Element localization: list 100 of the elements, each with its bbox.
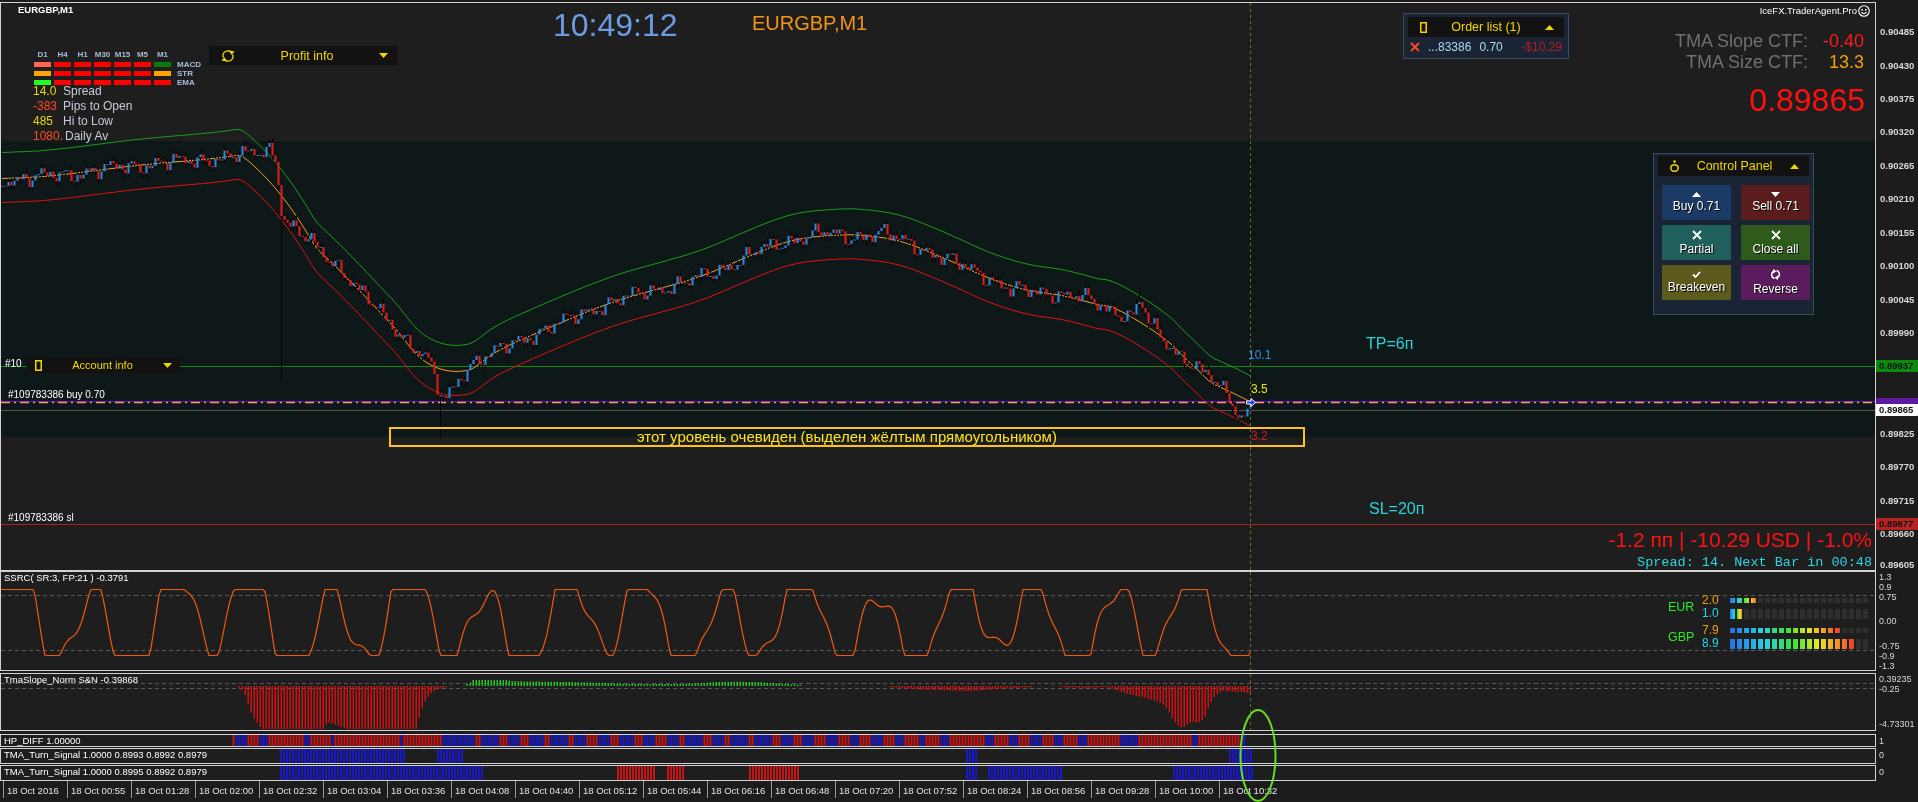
indicator-axis-label: 0 bbox=[1879, 767, 1884, 777]
symbol-label: EURGBP,M1 bbox=[18, 4, 74, 16]
window-icon bbox=[35, 359, 42, 371]
trade-button[interactable]: Close all bbox=[1741, 225, 1810, 260]
trade-button[interactable]: Breakeven bbox=[1662, 265, 1731, 300]
profit-info-dropdown[interactable]: Profit info bbox=[209, 46, 398, 65]
close-icon bbox=[1691, 229, 1702, 240]
time-axis-label: 18 Oct 03:36 bbox=[387, 781, 451, 798]
time-axis-label: 18 Oct 00:55 bbox=[67, 781, 131, 798]
price-axis-label: 0.89770 bbox=[1880, 461, 1915, 473]
trade-button[interactable]: Buy 0.71 bbox=[1662, 185, 1731, 220]
trade-button[interactable]: Partial bbox=[1662, 225, 1731, 260]
order-profit: -$10.29 bbox=[1521, 40, 1562, 54]
window-icon bbox=[1420, 21, 1427, 33]
time-axis-label: 18 Oct 06:16 bbox=[707, 781, 771, 798]
trade-button[interactable]: Reverse bbox=[1741, 265, 1810, 300]
control-panel-header[interactable]: Control Panel bbox=[1658, 156, 1809, 176]
indicator-title: TMA_Turn_Signal 1.0000 0.8993 0.8992 0.8979 bbox=[4, 749, 207, 760]
indicator-title: TmaSlope_Norm S&N -0.39868 bbox=[4, 674, 139, 685]
time-axis-label: 18 Oct 03:04 bbox=[323, 781, 387, 798]
stat-reading: 1080. bbox=[33, 129, 64, 144]
time-axis-label: 18 Oct 07:52 bbox=[899, 781, 963, 798]
price-axis-label: 0.90375 bbox=[1880, 93, 1915, 105]
indicator-title: SSRC( SR:3, FP:21 ) -0.3791 bbox=[4, 572, 129, 583]
strength-value: 2.0 bbox=[1702, 594, 1720, 607]
caret-up-icon bbox=[1692, 192, 1701, 197]
time-axis-label: 18 Oct 07:20 bbox=[835, 781, 899, 798]
close-icon[interactable] bbox=[1410, 42, 1420, 52]
order-ticket: ...83386 bbox=[1428, 40, 1472, 54]
distance-label: 3.2 bbox=[1251, 429, 1268, 443]
indicator-title: HP_DIFF 1.00000 bbox=[4, 735, 81, 746]
order-line-label: #109783386 sl bbox=[8, 512, 74, 524]
strength-value: 8.9 bbox=[1702, 637, 1720, 650]
timeframe-label: M15 bbox=[114, 49, 131, 60]
indicator-axis-label: 1.3 bbox=[1879, 572, 1892, 582]
time-axis-label: 18 Oct 04:40 bbox=[515, 781, 579, 798]
indicator-title: TMA_Turn_Signal 1.0000 0.8995 0.8992 0.8979 bbox=[4, 766, 207, 777]
timeframe-label: H1 bbox=[76, 49, 89, 60]
price-axis-label: 0.90210 bbox=[1880, 193, 1915, 205]
annotation-text: этот уровень очевиден (выделен жёлтым прямоугольником) bbox=[637, 429, 1057, 445]
timeframe-label: M5 bbox=[135, 49, 150, 60]
stat-name: Daily Av bbox=[65, 129, 109, 144]
money-bag-icon bbox=[1670, 160, 1679, 172]
time-axis-label: 18 Oct 01:28 bbox=[131, 781, 195, 798]
current-price-label: 0.89865 bbox=[1749, 82, 1865, 118]
indicator-axis-label: -0.25 bbox=[1879, 684, 1900, 694]
price-axis-label: 0.90100 bbox=[1880, 260, 1915, 272]
order-list-header[interactable]: Order list (1) bbox=[1408, 17, 1564, 37]
check-icon bbox=[1692, 271, 1701, 278]
trade-button[interactable]: Sell 0.71 bbox=[1741, 185, 1810, 220]
tma-value: 13.3 bbox=[1827, 52, 1864, 73]
indicator-label: MACD bbox=[176, 60, 201, 69]
price-axis-label: 0.90265 bbox=[1880, 160, 1915, 172]
smiley-icon bbox=[1858, 5, 1870, 17]
price-axis-label: 0.89715 bbox=[1880, 495, 1915, 507]
arrow-icon bbox=[1246, 398, 1256, 407]
timeframe-label: H4 bbox=[56, 49, 69, 60]
price-axis-label: 0.90155 bbox=[1880, 227, 1915, 239]
price-axis-label: 0.90045 bbox=[1880, 294, 1915, 306]
indicator-axis-label: 0.39235 bbox=[1879, 674, 1912, 684]
indicator-label: STR bbox=[176, 69, 194, 78]
indicator-axis-label: 0.9 bbox=[1879, 582, 1892, 592]
price-axis-label: 0.90485 bbox=[1880, 26, 1915, 38]
tma-label: TMA Size CTF: bbox=[1685, 52, 1808, 73]
brand-label: IceFX.TraderAgent.Pro bbox=[1759, 5, 1857, 17]
stat-name: Pips to Open bbox=[63, 99, 133, 114]
indicator-axis-label: 0.75 bbox=[1879, 592, 1897, 602]
indicator-axis-label: -0.9 bbox=[1879, 651, 1895, 661]
close-icon bbox=[1770, 229, 1781, 240]
stat-name: Hi to Low bbox=[63, 114, 114, 129]
refresh-icon bbox=[221, 49, 235, 62]
price-axis-label: 0.89605 bbox=[1880, 559, 1915, 571]
time-axis-label: 18 Oct 02:00 bbox=[195, 781, 259, 798]
time-axis-label: 18 Oct 05:44 bbox=[643, 781, 707, 798]
indicator-axis-label: -1.3 bbox=[1879, 661, 1895, 671]
indicator-axis-label: 0 bbox=[1879, 750, 1884, 760]
tma-label: TMA Slope CTF: bbox=[1674, 31, 1808, 52]
price-axis-label: 0.89660 bbox=[1880, 528, 1915, 540]
profit-loss-summary: -1.2 пп | -10.29 USD | -1.0% bbox=[1608, 528, 1872, 552]
stat-name: Spread bbox=[63, 84, 102, 99]
stat-reading: -383 bbox=[33, 99, 59, 114]
level-label: SL=20п bbox=[1369, 500, 1425, 518]
time-axis-label: 18 Oct 2016 bbox=[3, 781, 67, 798]
circular-arrows-icon bbox=[1770, 269, 1781, 280]
indicator-axis-label: 0.00 bbox=[1879, 616, 1897, 626]
bar-timer-text: Spread: 14. Next Bar in 00:48 bbox=[1637, 555, 1872, 570]
order-line-label: #109783386 buy 0.70 bbox=[8, 389, 105, 401]
time-cursor-line bbox=[1250, 674, 1251, 730]
time-axis-label: 18 Oct 08:24 bbox=[963, 781, 1027, 798]
level-label: TP=6п bbox=[1366, 335, 1414, 353]
strength-value: 1.0 bbox=[1702, 607, 1720, 620]
currency-label: GBP bbox=[1668, 630, 1696, 644]
time-axis-label: 18 Oct 08:56 bbox=[1027, 781, 1091, 798]
time-axis-label: 18 Oct 02:32 bbox=[259, 781, 323, 798]
time-axis-label: 18 Oct 09:28 bbox=[1091, 781, 1155, 798]
account-info-dropdown[interactable]: Account info bbox=[27, 357, 180, 373]
indicator-axis-label: 1 bbox=[1879, 736, 1884, 746]
price-tag: 0.89937 bbox=[1876, 360, 1918, 372]
stat-reading: 485 bbox=[33, 114, 55, 129]
price-axis-label: 0.90320 bbox=[1880, 126, 1915, 138]
